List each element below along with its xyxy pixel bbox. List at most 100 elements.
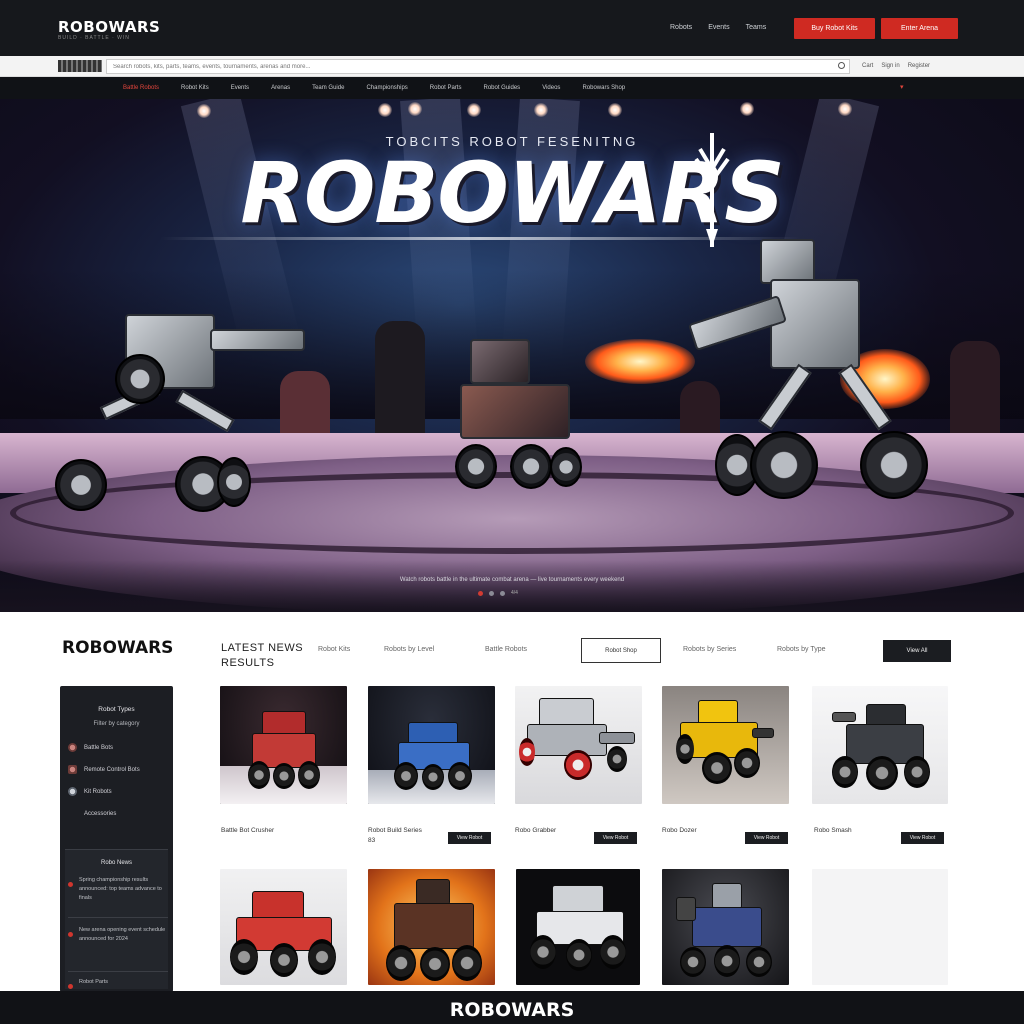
product-name: Robo Grabber [515,827,557,834]
product-name: Battle Bot Crusher [221,827,275,834]
nav-item-team-guide[interactable]: Team Guide [312,85,344,91]
product-name: Robot Build Series 83 [368,827,422,844]
cart-link[interactable]: Cart [862,63,873,69]
spectator [375,321,425,441]
view-robot-button[interactable]: View Robot [594,832,637,844]
top-link-teams[interactable]: Teams [746,24,767,31]
robot-left [55,294,315,524]
footer-logo[interactable]: ROBOWARS [0,999,1024,1021]
sidebar-item-kit-robots[interactable]: Kit Robots [68,787,112,796]
filter-battle-robots[interactable]: Battle Robots [485,646,527,653]
view-robot-button[interactable]: View Robot [745,832,788,844]
carousel-dots: 4/4 [478,590,518,596]
carousel-dot[interactable] [500,590,505,596]
spectator [950,341,1000,441]
nav-item-robot-guides[interactable]: Robot Guides [483,85,520,91]
product-image[interactable] [368,686,495,804]
nav-item-championships[interactable]: Championships [366,85,407,91]
nav-items: Battle Robots Robot Kits Events Arenas T… [123,85,625,91]
search-icon[interactable] [838,62,845,69]
nav-item-robot-parts[interactable]: Robot Parts [430,85,462,91]
divider [68,971,168,972]
product-image[interactable] [220,869,347,985]
top-link-robots[interactable]: Robots [670,24,692,31]
robot-shop-button[interactable]: Robot Shop [581,638,661,663]
bullet-icon [68,932,73,937]
sidebar-item-battle-bots[interactable]: Battle Bots [68,743,113,752]
sign-in-link[interactable]: Sign in [881,63,899,69]
filter-by-type[interactable]: Robots by Type [777,646,826,653]
hero-banner: TOBCITS ROBOT FESENITNG ROBOWARS Watch r… [0,99,1024,612]
section-title-line2: RESULTS [221,657,275,669]
product-image[interactable] [515,686,642,804]
news-panel [65,849,168,989]
section-title: LATEST NEWS RESULTS [221,641,303,671]
view-all-button[interactable]: View All [883,640,951,662]
robot-center [450,329,590,494]
section-title-line1: LATEST NEWS [221,642,304,654]
sidebar-item-rc-bots[interactable]: Remote Control Bots [68,765,140,774]
bullet-icon [68,984,73,989]
nav-item-arenas[interactable]: Arenas [271,85,290,91]
sidebar-item-label: Battle Bots [84,744,114,751]
logo-tagline: BUILD · BATTLE · WIN [58,35,130,41]
product-name: Robo Smash [814,827,852,834]
bullet-icon [68,882,73,887]
news-item[interactable]: Spring championship results announced: t… [68,876,168,903]
product-image[interactable] [516,869,640,985]
product-name: Robo Dozer [662,827,697,834]
flame-effect [585,339,695,384]
sidebar-heading: Robot Types [98,706,135,713]
search-brand-mark [58,60,102,72]
product-image[interactable] [368,869,495,985]
news-item[interactable]: New arena opening event schedule announc… [68,926,168,944]
filter-by-series[interactable]: Robots by Series [683,646,736,653]
sidebar-subheading: Filter by category [93,721,140,727]
carousel-dot[interactable] [489,590,494,596]
product-image-placeholder[interactable] [812,869,948,985]
chevron-down-icon[interactable]: ▾ [900,83,904,91]
sidebar-item-label: Remote Control Bots [84,766,140,773]
slide-counter: 4/4 [511,590,518,596]
carousel-dot[interactable] [478,590,483,596]
sidebar-item-label: Accessories [84,811,117,817]
product-image[interactable] [812,686,948,804]
trident-icon [694,133,730,247]
footer: ROBOWARS [0,991,1024,1024]
hero-fade [0,560,1024,612]
stage-light [467,103,481,117]
buy-kits-button[interactable]: Buy Robot Kits [794,18,875,39]
filter-robot-kits[interactable]: Robot Kits [318,646,350,653]
sidebar-item-label: Kit Robots [84,788,112,795]
product-image[interactable] [662,869,789,985]
nav-item-robot-kits[interactable]: Robot Kits [181,85,209,91]
search-input[interactable] [106,59,850,74]
nav-item-battle-robots[interactable]: Battle Robots [123,85,159,91]
enter-arena-button[interactable]: Enter Arena [881,18,958,39]
nav-item-events[interactable]: Events [231,85,249,91]
search-bar: Cart Sign in Register [0,56,1024,77]
view-robot-button[interactable]: View Robot [901,832,944,844]
top-link-events[interactable]: Events [708,24,729,31]
register-link[interactable]: Register [908,63,930,69]
product-image[interactable] [662,686,789,804]
sidebar: Robot Types Filter by category Battle Bo… [60,686,173,992]
stage-light [378,103,392,117]
top-bar: ROBOWARS BUILD · BATTLE · WIN Robots Eve… [0,0,1024,56]
site-logo[interactable]: ROBOWARS [58,18,160,36]
nav-item-videos[interactable]: Videos [542,85,560,91]
robot-icon [68,743,77,752]
stage-light [740,102,754,116]
sidebar-item-accessories[interactable]: Accessories [84,811,116,817]
section-logo: ROBOWARS [62,638,174,658]
filter-by-level[interactable]: Robots by Level [384,646,434,653]
gear-icon [68,787,77,796]
stage-light [197,104,211,118]
product-image[interactable] [220,686,347,804]
news-item[interactable]: Robot Parts [68,978,168,989]
remote-icon [68,765,77,774]
nav-item-shop[interactable]: Robowars Shop [582,85,625,91]
account-links: Cart Sign in Register [862,63,930,69]
main-nav: Battle Robots Robot Kits Events Arenas T… [0,77,1024,99]
view-robot-button[interactable]: View Robot [448,832,491,844]
